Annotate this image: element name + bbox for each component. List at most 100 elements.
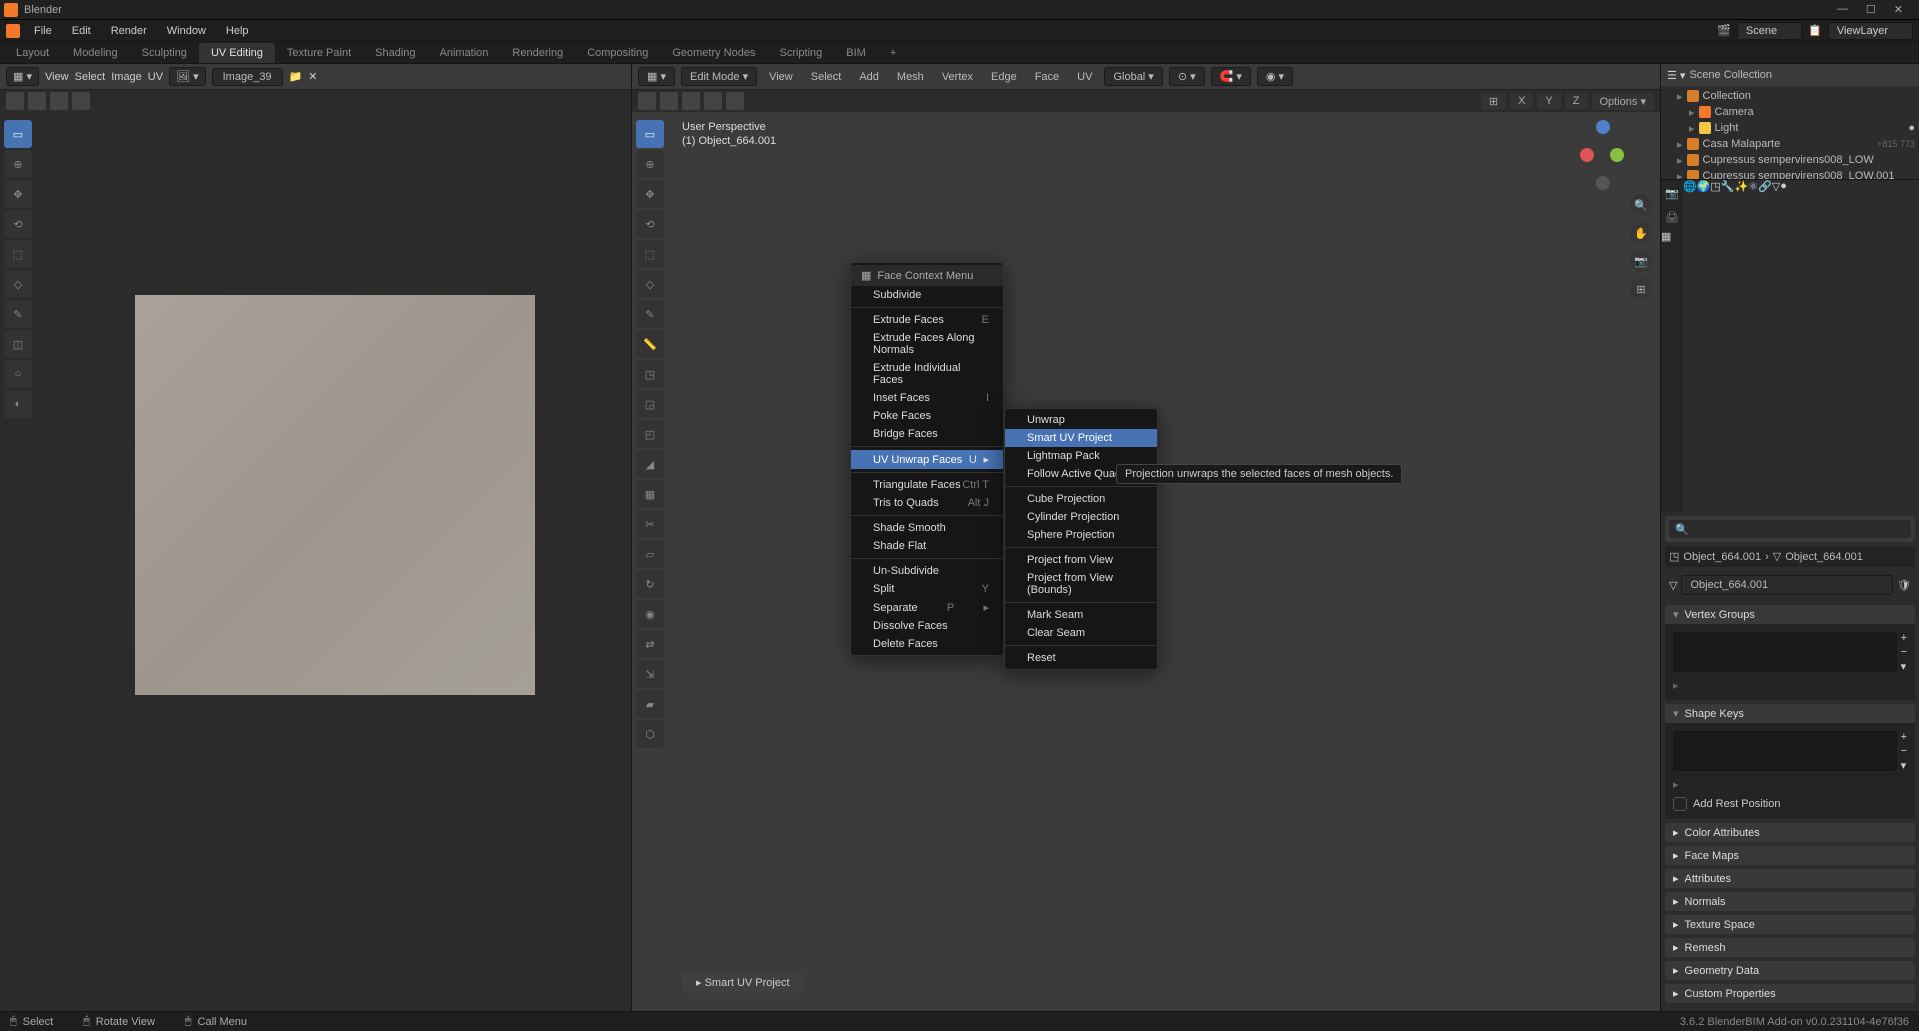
window-minimize-icon[interactable]: — [1837,3,1848,16]
tab-shading[interactable]: Shading [363,43,427,63]
uv-menu-image[interactable]: Image [111,71,142,83]
submenu-item[interactable]: Mark Seam [1005,606,1157,624]
submenu-item[interactable]: Smart UV Project [1005,429,1157,447]
panel-remesh[interactable]: ▸Remesh [1665,938,1915,957]
uv-tool-transform-icon[interactable]: ◇ [4,270,32,298]
uv-tool-annotate-icon[interactable]: ✎ [4,300,32,328]
uv-tool-grab-icon[interactable]: ○ [4,360,32,388]
context-menu-item[interactable]: Inset FacesI [851,389,1003,407]
viewport-mode-dropdown[interactable]: Edit Mode ▾ [681,67,757,86]
props-tab-world-icon[interactable]: 🌍 [1697,180,1711,512]
viewport-options-dropdown[interactable]: Options ▾ [1592,93,1655,110]
props-tab-viewlayer-icon[interactable]: ▦ [1661,230,1683,243]
viewport-menu-face[interactable]: Face [1029,69,1065,85]
submenu-item[interactable]: Project from View [1005,551,1157,569]
overlay-x-button[interactable]: X [1510,93,1533,109]
context-menu-item[interactable]: Extrude Faces Along Normals [851,329,1003,359]
props-tab-data-icon[interactable]: ▽ [1772,180,1780,512]
context-menu-item[interactable]: Delete Faces [851,635,1003,653]
context-menu-item[interactable]: SplitY [851,580,1003,598]
context-menu-item[interactable]: Subdivide [851,286,1003,304]
context-menu-item[interactable]: SeparateP▸ [851,598,1003,617]
viewport-proportional-dropdown[interactable]: ◉ ▾ [1257,67,1293,86]
tab-compositing[interactable]: Compositing [575,43,660,63]
submenu-item[interactable]: Lightmap Pack [1005,447,1157,465]
menu-help[interactable]: Help [216,22,259,40]
viewport-pan-icon[interactable]: ✋ [1630,222,1652,244]
viewport-menu-select[interactable]: Select [805,69,848,85]
scene-field[interactable]: Scene [1737,22,1802,40]
viewport-camera-icon[interactable]: 📷 [1630,250,1652,272]
viewport-mesh-select-icon[interactable] [704,92,722,110]
uv-menu-select[interactable]: Select [75,71,106,83]
menu-render[interactable]: Render [101,22,157,40]
context-menu-item[interactable]: Un-Subdivide [851,562,1003,580]
panel-normals[interactable]: ▸Normals [1665,892,1915,911]
viewport-tool-shear-icon[interactable]: ▰ [636,690,664,718]
viewport-tool-loopcut-icon[interactable]: ▦ [636,480,664,508]
viewport-snap-dropdown[interactable]: 🧲 ▾ [1211,67,1251,86]
uv-image-browse-icon[interactable]: 📁 [289,70,303,83]
props-tab-constraint-icon[interactable]: 🔗 [1758,180,1772,512]
add-vertex-group-icon[interactable]: + [1901,632,1907,644]
props-tab-render-icon[interactable]: 📷 [1661,182,1683,204]
menu-edit[interactable]: Edit [62,22,101,40]
uv-menu-uv[interactable]: UV [148,71,163,83]
viewport-menu-view[interactable]: View [763,69,799,85]
outliner-item[interactable]: Casa Malaparte [1703,138,1874,150]
uv-tool-scale-icon[interactable]: ⬚ [4,240,32,268]
uv-face-select-icon[interactable] [72,92,90,110]
viewport-menu-uv[interactable]: UV [1071,69,1098,85]
uv-tool-move-icon[interactable]: ✥ [4,180,32,208]
viewport-vertex-select-icon[interactable] [638,92,656,110]
outliner-item[interactable]: Cupressus sempervirens008_LOW [1703,154,1915,166]
menu-file[interactable]: File [24,22,62,40]
properties-search-input[interactable]: 🔍 [1669,520,1911,538]
context-menu-item[interactable]: Poke Faces [851,407,1003,425]
uv-canvas[interactable] [40,120,621,1001]
viewport-face-select-icon[interactable] [682,92,700,110]
remove-vertex-group-icon[interactable]: − [1901,646,1907,658]
vertex-groups-list[interactable] [1673,632,1897,672]
submenu-item[interactable]: Sphere Projection [1005,526,1157,544]
viewport-menu-mesh[interactable]: Mesh [891,69,930,85]
gizmo-neg-axis-icon[interactable] [1596,176,1610,190]
uv-tool-select-icon[interactable]: ▭ [4,120,32,148]
tab-geometry-nodes[interactable]: Geometry Nodes [660,43,767,63]
props-tab-output-icon[interactable]: 🖨 [1661,206,1683,228]
props-tab-particle-icon[interactable]: ✨ [1735,180,1749,512]
panel-custom-properties[interactable]: ▸Custom Properties [1665,984,1915,1003]
add-shape-key-icon[interactable]: + [1901,731,1907,743]
props-tab-material-icon[interactable]: ● [1780,180,1787,512]
viewport-tool-bevel-icon[interactable]: ◢ [636,450,664,478]
submenu-item[interactable]: Cube Projection [1005,490,1157,508]
panel-texture-space[interactable]: ▸Texture Space [1665,915,1915,934]
viewport-tool-spin-icon[interactable]: ↻ [636,570,664,598]
submenu-item[interactable]: Project from View (Bounds) [1005,569,1157,599]
viewport-tool-scale-icon[interactable]: ⬚ [636,240,664,268]
viewport-menu-edge[interactable]: Edge [985,69,1023,85]
gizmo-y-axis-icon[interactable] [1610,148,1624,162]
viewport-gizmos-icon[interactable]: ⊞ [1481,93,1506,110]
uv-editor-type-dropdown[interactable]: ▦ ▾ [6,67,39,86]
panel-color-attributes[interactable]: ▸Color Attributes [1665,823,1915,842]
viewport-tool-edge-slide-icon[interactable]: ⇄ [636,630,664,658]
submenu-item[interactable]: Clear Seam [1005,624,1157,642]
viewport-menu-add[interactable]: Add [853,69,885,85]
uv-tool-rip-icon[interactable]: ◫ [4,330,32,358]
context-menu-item[interactable]: Bridge Faces [851,425,1003,443]
uv-image-unlink-icon[interactable]: ✕ [308,70,317,83]
viewport-tool-transform-icon[interactable]: ◇ [636,270,664,298]
outliner-item[interactable]: Camera [1715,106,1915,118]
viewport-tool-knife-icon[interactable]: ✂ [636,510,664,538]
viewport-tool-extrude-icon[interactable]: ◲ [636,390,664,418]
props-tab-physics-icon[interactable]: ⚛ [1748,180,1758,512]
outliner-item[interactable]: Cupressus sempervirens008_LOW.001 [1703,170,1915,180]
viewport-tool-add-cube-icon[interactable]: ◳ [636,360,664,388]
context-menu-item[interactable]: Shade Flat [851,537,1003,555]
viewport-tool-inset-icon[interactable]: ◰ [636,420,664,448]
tab-scripting[interactable]: Scripting [767,43,834,63]
uv-tool-cursor-icon[interactable]: ⊕ [4,150,32,178]
outliner[interactable]: ☰ ▾ Scene Collection ▸Collection ▸Camera… [1661,64,1919,180]
overlay-z-button[interactable]: Z [1565,93,1588,109]
